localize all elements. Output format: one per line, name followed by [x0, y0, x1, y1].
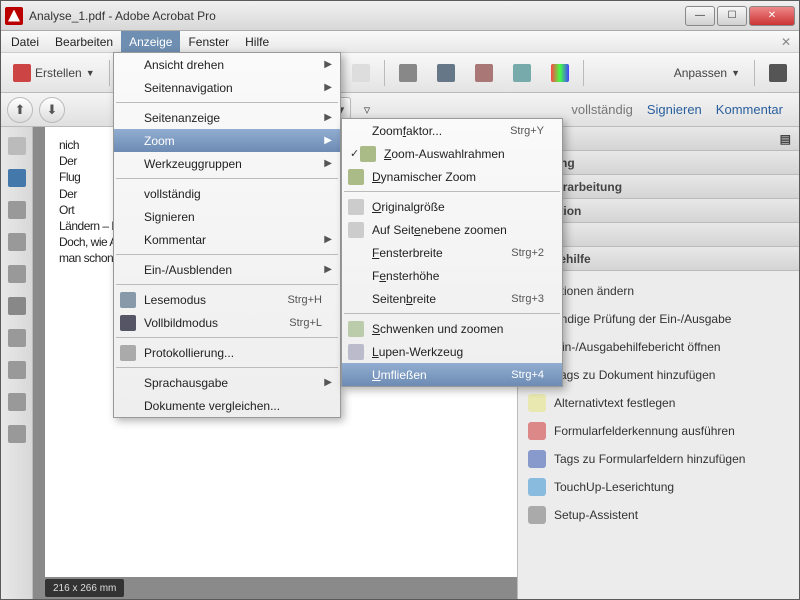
close-button[interactable]: ✕ — [749, 6, 795, 26]
rail-bookmark-icon[interactable] — [8, 169, 26, 187]
mi-schwenken[interactable]: Schwenken und zoomen — [342, 317, 562, 340]
alt-icon — [528, 394, 546, 412]
mi-zoom-auswahlrahmen[interactable]: ✓Zoom-Auswahlrahmen — [342, 142, 562, 165]
rail-pages-icon[interactable] — [8, 137, 26, 155]
zoom-submenu: Zoomfaktor...Strg+Y ✓Zoom-Auswahlrahmen … — [341, 118, 563, 387]
titlebar: Analyse_1.pdf - Adobe Acrobat Pro — ☐ ✕ — [1, 1, 799, 31]
rail-tool-icon-5[interactable] — [8, 393, 26, 411]
tool-icon-3 — [513, 64, 531, 82]
menu-bearbeiten[interactable]: Bearbeiten — [47, 31, 121, 52]
mi-originalgroesse[interactable]: Originalgröße — [342, 195, 562, 218]
panel-item-alt[interactable]: Alternativtext festlegen — [518, 389, 799, 417]
form-icon — [528, 422, 546, 440]
mi-vollstaendig[interactable]: vollständig — [114, 182, 340, 205]
mi-sprachausgabe[interactable]: Sprachausgabe▶ — [114, 371, 340, 394]
anpassen-button[interactable]: Anpassen▼ — [668, 59, 746, 87]
mi-seitenebene[interactable]: Auf Seitenebene zoomen — [342, 218, 562, 241]
expand-button[interactable] — [763, 59, 793, 87]
window-title: Analyse_1.pdf - Adobe Acrobat Pro — [29, 9, 685, 23]
panel-item-setup[interactable]: Setup-Assistent — [518, 501, 799, 529]
color-icon — [551, 64, 569, 82]
mi-fensterbreite[interactable]: FensterbreiteStrg+2 — [342, 241, 562, 264]
minimize-button[interactable]: — — [685, 6, 715, 26]
menu-datei[interactable]: Datei — [3, 31, 47, 52]
mi-dokumente-vergleichen[interactable]: Dokumente vergleichen... — [114, 394, 340, 417]
anzeige-menu: Ansicht drehen▶ Seitennavigation▶ Seiten… — [113, 52, 341, 418]
color-button[interactable] — [545, 59, 575, 87]
mi-signieren[interactable]: Signieren — [114, 205, 340, 228]
rail-tool-icon[interactable] — [8, 201, 26, 219]
tool-btn-3[interactable] — [507, 59, 537, 87]
mi-seitennavigation[interactable]: Seitennavigation▶ — [114, 76, 340, 99]
link-signieren[interactable]: Signieren — [647, 102, 702, 117]
create-icon — [13, 64, 31, 82]
menubar: Datei Bearbeiten Anzeige Fenster Hilfe ✕ — [1, 31, 799, 53]
mail-icon — [352, 64, 370, 82]
check-icon: ✓ — [350, 147, 359, 160]
erstellen-button[interactable]: Erstellen▼ — [7, 59, 101, 87]
tagsform-icon — [528, 450, 546, 468]
mi-werkzeuggruppen[interactable]: Werkzeuggruppen▶ — [114, 152, 340, 175]
dynzoom-icon — [348, 169, 364, 185]
page-up-button[interactable]: ⬆ — [7, 97, 33, 123]
rail-tool-icon-6[interactable] — [8, 425, 26, 443]
help-icon[interactable]: ✕ — [775, 31, 797, 52]
rail-tool-icon-2[interactable] — [8, 233, 26, 251]
rail-layers-icon[interactable] — [8, 329, 26, 347]
mail-button[interactable] — [346, 59, 376, 87]
app-icon — [5, 7, 23, 25]
mi-lupen[interactable]: Lupen-Werkzeug — [342, 340, 562, 363]
link-kommentar[interactable]: Kommentar — [716, 102, 783, 117]
mi-umfliessen[interactable]: UmfließenStrg+4 — [342, 363, 562, 386]
vollbild-icon — [120, 315, 136, 331]
left-rail — [1, 127, 33, 599]
mi-zoomfaktor[interactable]: Zoomfaktor...Strg+Y — [342, 119, 562, 142]
tool-btn-2[interactable] — [469, 59, 499, 87]
mi-fensterhoehe[interactable]: Fensterhöhe — [342, 264, 562, 287]
mi-protokollierung[interactable]: Protokollierung... — [114, 341, 340, 364]
mi-zoom[interactable]: Zoom▶ — [114, 129, 340, 152]
fitpage-icon — [348, 222, 364, 238]
mi-lesemodus[interactable]: LesemodusStrg+H — [114, 288, 340, 311]
pan-icon — [348, 321, 364, 337]
link-vollstaendig[interactable]: vollständig — [571, 102, 632, 117]
print-icon — [437, 64, 455, 82]
tool-icon — [399, 64, 417, 82]
mi-seitenanzeige[interactable]: Seitenanzeige▶ — [114, 106, 340, 129]
rail-attachment-icon[interactable] — [8, 297, 26, 315]
print-button[interactable] — [431, 59, 461, 87]
expand-icon — [769, 64, 787, 82]
page-down-button[interactable]: ⬇ — [39, 97, 65, 123]
mi-ein-ausblenden[interactable]: Ein-/Ausblenden▶ — [114, 258, 340, 281]
panel-item-tagsform[interactable]: Tags zu Formularfeldern hinzufügen — [518, 445, 799, 473]
mi-ansicht-drehen[interactable]: Ansicht drehen▶ — [114, 53, 340, 76]
maximize-button[interactable]: ☐ — [717, 6, 747, 26]
mi-vollbildmodus[interactable]: VollbildmodusStrg+L — [114, 311, 340, 334]
panel-item-form[interactable]: Formularfelderkennung ausführen — [518, 417, 799, 445]
origsize-icon — [348, 199, 364, 215]
protokoll-icon — [120, 345, 136, 361]
tool-btn-1[interactable] — [393, 59, 423, 87]
panel-item-touchup[interactable]: TouchUp-Leserichtung — [518, 473, 799, 501]
lesemodus-icon — [120, 292, 136, 308]
mi-seitenbreite[interactable]: SeitenbreiteStrg+3 — [342, 287, 562, 310]
menu-hilfe[interactable]: Hilfe — [237, 31, 277, 52]
rail-tool-icon-3[interactable] — [8, 265, 26, 283]
mi-kommentar[interactable]: Kommentar▶ — [114, 228, 340, 251]
setup-icon — [528, 506, 546, 524]
touchup-icon — [528, 478, 546, 496]
marquee-icon — [360, 146, 376, 162]
rail-tool-icon-4[interactable] — [8, 361, 26, 379]
loupe-icon — [348, 344, 364, 360]
menu-fenster[interactable]: Fenster — [180, 31, 237, 52]
page-size-status: 216 x 266 mm — [45, 579, 124, 597]
mi-dynamischer-zoom[interactable]: Dynamischer Zoom — [342, 165, 562, 188]
tool-icon-2 — [475, 64, 493, 82]
menu-anzeige[interactable]: Anzeige — [121, 31, 180, 52]
